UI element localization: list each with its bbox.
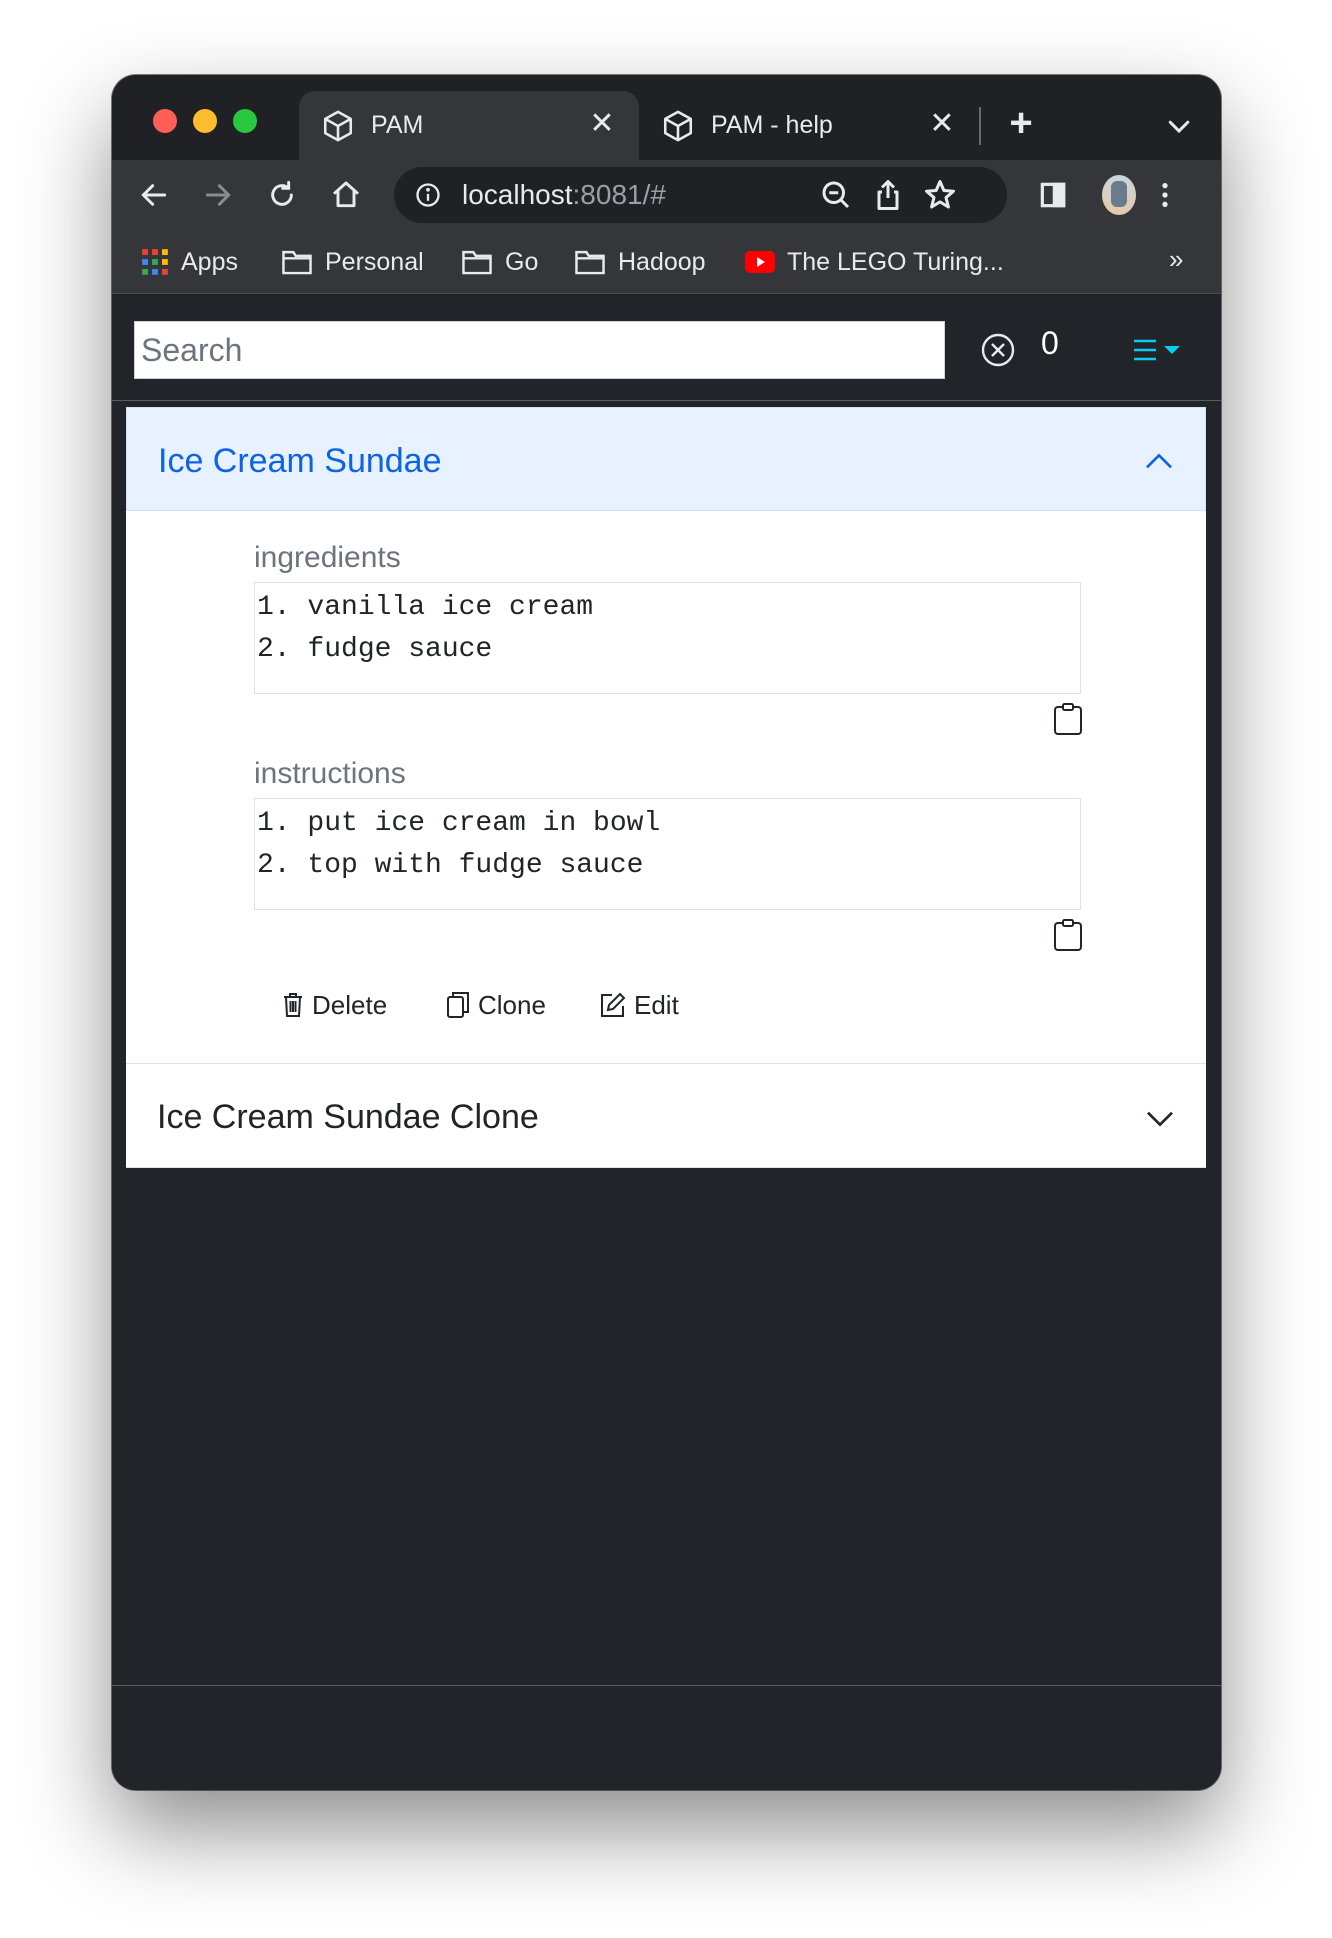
edit-icon bbox=[601, 992, 626, 1017]
copy-icon bbox=[447, 992, 469, 1018]
field-label-ingredients: ingredients bbox=[254, 541, 401, 574]
zoom-out-icon[interactable] bbox=[818, 177, 854, 213]
tab-close-icon[interactable]: ✕ bbox=[927, 109, 957, 139]
search-input[interactable] bbox=[134, 321, 945, 379]
new-tab-button[interactable]: + bbox=[1001, 103, 1041, 143]
clipboard-icon[interactable] bbox=[1053, 918, 1083, 952]
tab-title: PAM - help bbox=[711, 111, 833, 139]
reload-button[interactable] bbox=[259, 172, 305, 218]
back-arrow-icon bbox=[141, 184, 167, 206]
apps-grid-icon bbox=[142, 249, 168, 275]
cube-icon bbox=[663, 110, 693, 142]
tab-separator bbox=[979, 107, 981, 145]
bookmark-label: Go bbox=[505, 247, 539, 276]
cube-icon bbox=[323, 110, 353, 142]
home-button[interactable] bbox=[323, 172, 369, 218]
share-icon[interactable] bbox=[870, 177, 906, 213]
minimize-window-button[interactable] bbox=[193, 109, 217, 133]
url-host: localhost bbox=[462, 179, 573, 210]
entry-header[interactable]: Ice Cream Sundae Clone bbox=[126, 1064, 1206, 1168]
bookmark-go[interactable]: Go bbox=[461, 244, 538, 280]
tab-search-chevron-icon[interactable] bbox=[1164, 111, 1194, 141]
profile-avatar[interactable] bbox=[1102, 175, 1136, 215]
bookmarks-bar: Apps Personal Go Hadoop The LEGO Turing.… bbox=[112, 230, 1221, 294]
bookmark-star-icon[interactable] bbox=[922, 177, 958, 213]
bookmark-label: Apps bbox=[181, 247, 238, 276]
entry-title: Ice Cream Sundae Clone bbox=[157, 1098, 539, 1136]
instructions-field[interactable]: 1. put ice cream in bowl 2. top with fud… bbox=[254, 798, 1081, 910]
entry-item: Ice Cream Sundae Clone bbox=[126, 1063, 1206, 1168]
field-label-instructions: instructions bbox=[254, 757, 406, 790]
folder-icon bbox=[282, 250, 312, 275]
browser-window: PAM ✕ PAM - help ✕ + localhost:8081/# Ap… bbox=[112, 75, 1221, 1790]
tab-pam-help[interactable]: PAM - help ✕ bbox=[639, 91, 979, 160]
chevron-up-icon bbox=[1146, 453, 1172, 469]
folder-icon bbox=[462, 250, 492, 275]
more-bookmarks-button[interactable]: » bbox=[1169, 244, 1183, 275]
trash-icon bbox=[284, 993, 302, 1017]
address-bar[interactable]: localhost:8081/# bbox=[394, 167, 1007, 223]
field-line: 1. vanilla ice cream bbox=[257, 592, 594, 623]
edit-label: Edit bbox=[634, 989, 679, 1020]
more-vertical-icon bbox=[1162, 183, 1168, 207]
folder-icon bbox=[575, 250, 605, 275]
clear-search-icon[interactable] bbox=[980, 332, 1016, 368]
field-line: 1. put ice cream in bowl bbox=[257, 808, 661, 839]
forward-button[interactable] bbox=[195, 172, 241, 218]
tab-title: PAM bbox=[371, 111, 424, 139]
entry-header[interactable]: Ice Cream Sundae bbox=[126, 407, 1206, 511]
bookmark-apps[interactable]: Apps bbox=[141, 244, 238, 280]
browser-menu-button[interactable] bbox=[1142, 172, 1188, 218]
home-icon bbox=[333, 181, 359, 208]
clone-button[interactable]: Clone bbox=[446, 987, 546, 1023]
youtube-icon bbox=[745, 251, 775, 273]
forward-arrow-icon bbox=[205, 184, 231, 206]
bookmark-lego-turing[interactable]: The LEGO Turing... bbox=[745, 244, 1004, 280]
tab-strip: PAM ✕ PAM - help ✕ + bbox=[112, 75, 1221, 160]
ingredients-field[interactable]: 1. vanilla ice cream 2. fudge sauce bbox=[254, 582, 1081, 694]
chevron-down-icon bbox=[1147, 1111, 1173, 1127]
bookmark-hadoop[interactable]: Hadoop bbox=[574, 244, 706, 280]
field-line: 2. fudge sauce bbox=[257, 634, 493, 665]
app-navbar: 0 bbox=[112, 295, 1221, 401]
field-line: 2. top with fudge sauce bbox=[257, 850, 644, 881]
url-text[interactable]: localhost:8081/# bbox=[462, 179, 666, 211]
reload-icon bbox=[271, 180, 293, 206]
bookmark-label: Hadoop bbox=[618, 247, 706, 276]
web-page: 0 Ice Cream Sundae ingredients 1. vanill… bbox=[112, 295, 1221, 1790]
close-window-button[interactable] bbox=[153, 109, 177, 133]
zoom-window-button[interactable] bbox=[233, 109, 257, 133]
bookmark-personal[interactable]: Personal bbox=[281, 244, 424, 280]
result-count: 0 bbox=[1041, 325, 1059, 361]
entries-accordion: Ice Cream Sundae ingredients 1. vanilla … bbox=[126, 407, 1206, 1168]
browser-toolbar: localhost:8081/# bbox=[112, 160, 1221, 230]
delete-label: Delete bbox=[312, 989, 388, 1020]
side-panel-icon bbox=[1040, 182, 1066, 208]
delete-button[interactable]: Delete bbox=[282, 987, 387, 1023]
bottom-bar bbox=[112, 1685, 1221, 1790]
site-info-icon[interactable] bbox=[414, 181, 442, 209]
edit-button[interactable]: Edit bbox=[600, 987, 679, 1023]
entry-title: Ice Cream Sundae bbox=[158, 442, 442, 480]
tab-close-icon[interactable]: ✕ bbox=[587, 109, 617, 139]
entry-body: ingredients 1. vanilla ice cream 2. fudg… bbox=[126, 511, 1206, 1063]
bookmark-label: Personal bbox=[325, 247, 424, 276]
back-button[interactable] bbox=[131, 172, 177, 218]
entry-item: Ice Cream Sundae ingredients 1. vanilla … bbox=[126, 407, 1206, 1063]
clipboard-icon[interactable] bbox=[1053, 702, 1083, 736]
url-path: :8081/# bbox=[572, 179, 666, 210]
clone-label: Clone bbox=[478, 989, 546, 1020]
bookmark-label: The LEGO Turing... bbox=[787, 247, 1004, 276]
side-panel-button[interactable] bbox=[1030, 172, 1076, 218]
tab-pam[interactable]: PAM ✕ bbox=[299, 91, 639, 160]
menu-dropdown-icon[interactable] bbox=[1126, 333, 1188, 367]
